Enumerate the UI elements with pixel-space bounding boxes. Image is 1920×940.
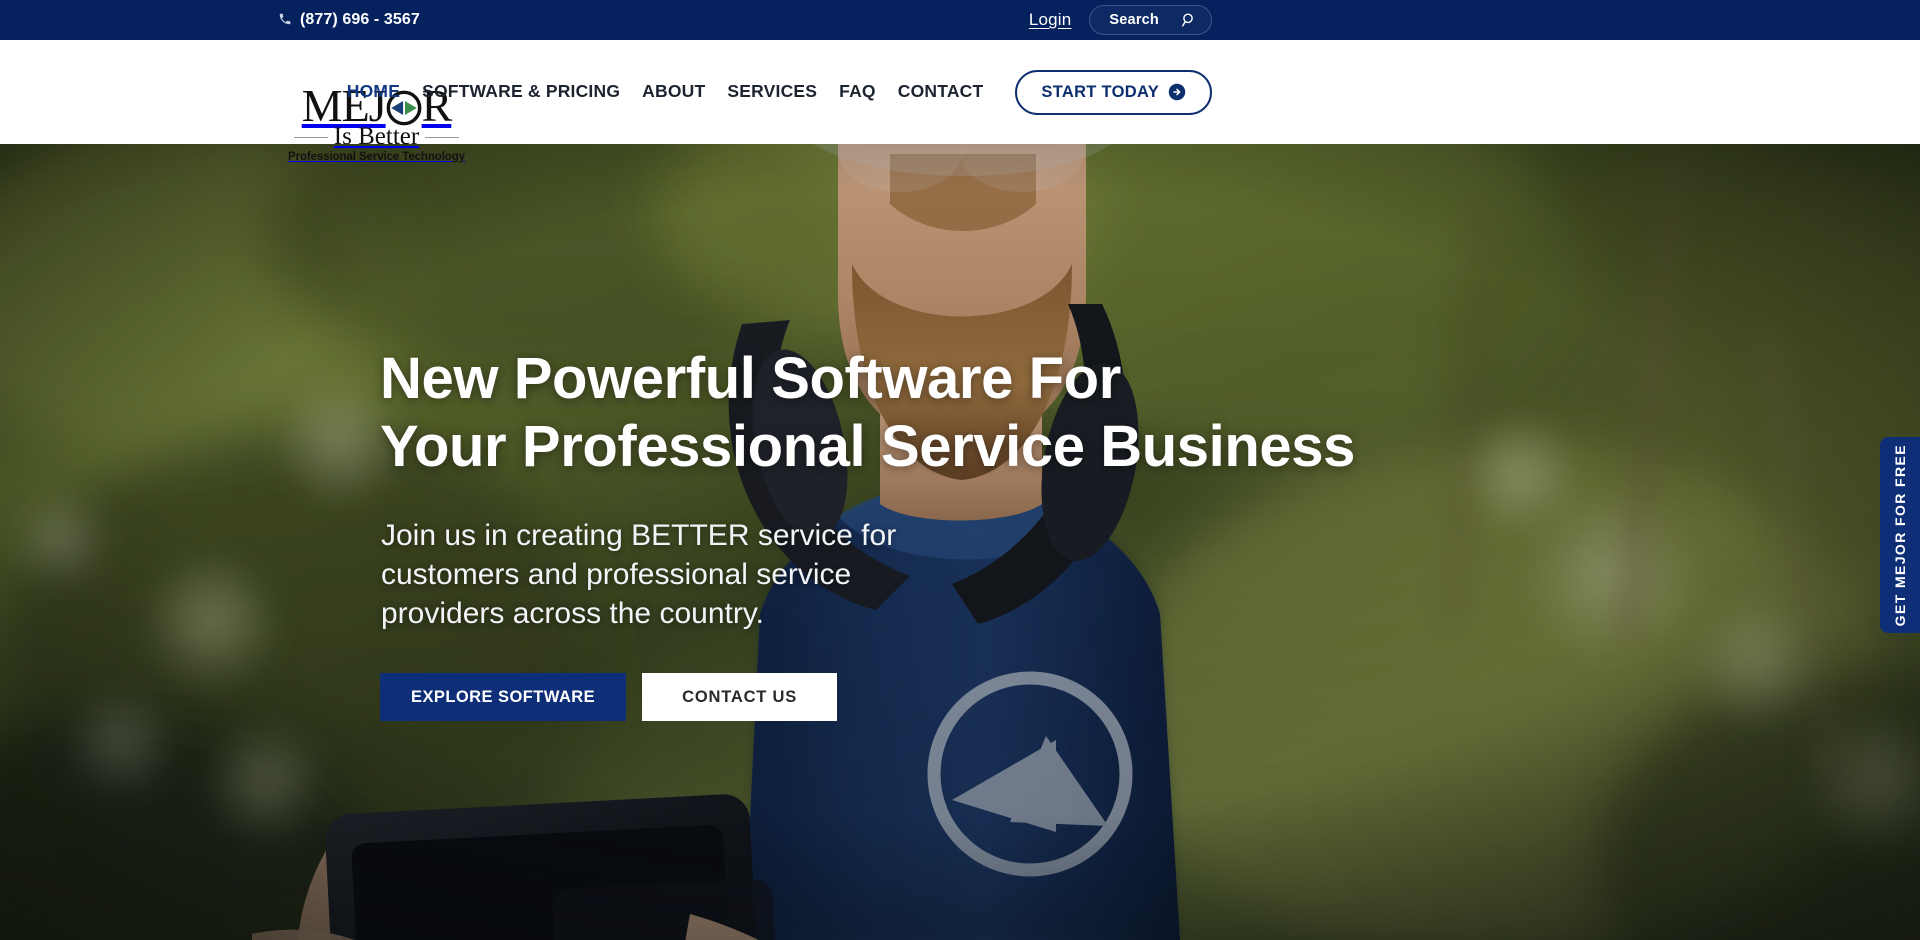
hero-subheadline: Join us in creating BETTER service for c… <box>381 519 897 630</box>
nav-item-about[interactable]: ABOUT <box>631 83 716 101</box>
main-navigation: HOME SOFTWARE & PRICING ABOUT SERVICES F… <box>336 40 1212 144</box>
logo-tagline-sub: Professional Service Technology <box>288 151 465 164</box>
start-today-label: START TODAY <box>1041 82 1159 101</box>
search-icon <box>1181 12 1197 28</box>
login-link[interactable]: Login <box>1029 10 1072 30</box>
nav-item-home[interactable]: HOME <box>336 83 411 101</box>
topbar-right-group: Login Search <box>1029 5 1212 35</box>
nav-item-faq[interactable]: FAQ <box>828 83 887 101</box>
search-button[interactable]: Search <box>1089 5 1212 35</box>
logo-rule-left <box>293 136 328 138</box>
hero-headline: New Powerful Software For Your Professio… <box>380 346 1355 479</box>
site-header: MEJ R Is Better Professional Service Tec… <box>0 40 1920 163</box>
get-mejor-for-free-label: GET MEJOR FOR FREE <box>1892 443 1908 627</box>
contact-us-button[interactable]: CONTACT US <box>642 673 838 721</box>
hero-content: New Powerful Software For Your Professio… <box>380 144 1560 940</box>
nav-item-services[interactable]: SERVICES <box>716 83 828 101</box>
phone-number: (877) 696 - 3567 <box>300 11 420 28</box>
nav-item-contact[interactable]: CONTACT <box>887 83 995 101</box>
get-mejor-for-free-tab[interactable]: GET MEJOR FOR FREE <box>1880 437 1920 633</box>
explore-software-button[interactable]: EXPLORE SOFTWARE <box>380 673 627 721</box>
start-today-button[interactable]: START TODAY <box>1015 69 1212 115</box>
nav-item-software-pricing[interactable]: SOFTWARE & PRICING <box>411 83 631 101</box>
top-utility-bar: (877) 696 - 3567 Login Search <box>0 0 1920 40</box>
hero-section: New Powerful Software For Your Professio… <box>0 144 1920 940</box>
search-label: Search <box>1109 12 1159 28</box>
phone-link[interactable]: (877) 696 - 3567 <box>278 11 420 29</box>
arrow-right-circle-icon <box>1168 83 1186 101</box>
phone-icon <box>278 12 292 28</box>
hero-cta-group: EXPLORE SOFTWARE CONTACT US <box>380 673 838 721</box>
